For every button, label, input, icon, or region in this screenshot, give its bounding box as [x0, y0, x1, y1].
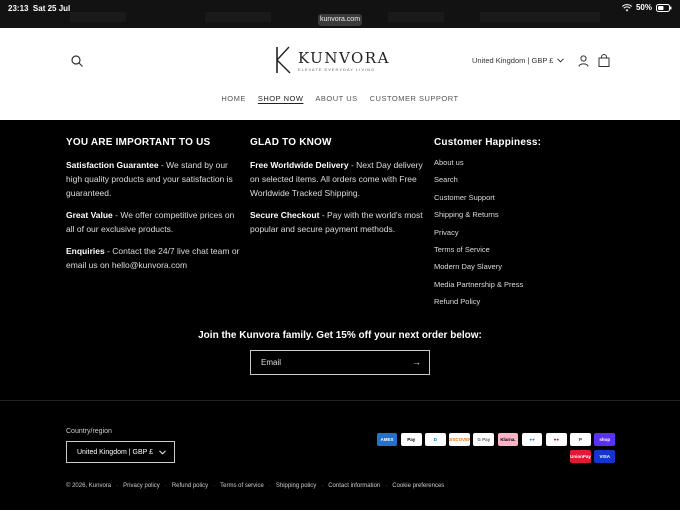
battery-percent: 50% — [635, 3, 652, 12]
separator: · — [268, 483, 271, 489]
discover-icon: DISCOVER — [449, 433, 470, 446]
country-region-value: United Kingdom | GBP £ — [77, 448, 154, 456]
site-header: KUNVORA ELEVATE EVERYDAY LIVING United K… — [0, 28, 680, 120]
footer-link-refund-policy[interactable]: Refund Policy — [434, 297, 614, 314]
maestro-icon: ●● — [521, 433, 543, 446]
nav-about-us[interactable]: ABOUT US — [315, 94, 357, 105]
legal-link-terms-of-service[interactable]: Terms of service — [220, 483, 264, 489]
status-bar: 23:13 Sat 25 Jul kunvora.com 50% — [0, 0, 680, 28]
background-tab-ghost — [70, 12, 126, 22]
battery-icon — [656, 3, 672, 12]
footer-text-heading: Free Worldwide Delivery — [250, 160, 349, 170]
footer-text-block: Secure Checkout - Pay with the world's m… — [250, 208, 430, 236]
legal-link-contact-information[interactable]: Contact information — [328, 483, 380, 489]
visa-icon: VISA — [594, 450, 615, 463]
logo-wordmark: KUNVORA — [298, 49, 390, 67]
nav-shop-now[interactable]: SHOP NOW — [258, 94, 304, 105]
background-tab-ghost — [388, 12, 444, 22]
email-input[interactable] — [251, 351, 411, 374]
separator: · — [213, 483, 216, 489]
site-logo[interactable]: KUNVORA ELEVATE EVERYDAY LIVING — [274, 46, 390, 76]
chevron-down-icon — [557, 58, 565, 63]
footer-link-customer-support[interactable]: Customer Support — [434, 193, 614, 210]
separator: · — [385, 483, 388, 489]
arrow-right-icon[interactable]: → — [412, 357, 421, 367]
main-navigation: HOME SHOP NOW ABOUT US CUSTOMER SUPPORT — [0, 94, 680, 105]
newsletter-title: Join the Kunvora family. Get 15% off you… — [198, 330, 482, 341]
footer-text-heading: Enquiries — [66, 246, 105, 256]
nav-customer-support[interactable]: CUSTOMER SUPPORT — [370, 94, 459, 105]
footer-text-block: Satisfaction Guarantee - We stand by our… — [66, 158, 244, 200]
klarna-icon: Klarna. — [497, 433, 519, 446]
footer-text-heading: Satisfaction Guarantee — [66, 160, 159, 170]
separator: · — [116, 483, 119, 489]
header-region-value: United Kingdom | GBP £ — [472, 56, 554, 65]
nav-home[interactable]: HOME — [221, 94, 246, 105]
apple-pay-icon: Pay — [400, 433, 422, 446]
american-express-icon: AMEX — [376, 433, 398, 446]
logo-k-mark-icon — [276, 46, 291, 74]
logo-tagline: ELEVATE EVERYDAY LIVING — [298, 67, 376, 72]
background-tab-ghost — [480, 12, 600, 22]
footer-column-title: GLAD TO KNOW — [250, 137, 332, 148]
separator: · — [321, 483, 324, 489]
country-region-select[interactable]: United Kingdom | GBP £ — [66, 441, 175, 463]
header-region-select[interactable]: United Kingdom | GBP £ — [472, 56, 565, 65]
footer-text-heading: Secure Checkout — [250, 210, 320, 220]
footer-divider — [0, 400, 680, 401]
shop-pay-icon: shop — [594, 433, 615, 446]
wifi-icon — [621, 3, 632, 11]
legal-link-refund-policy[interactable]: Refund policy — [172, 483, 208, 489]
footer-link-about-us[interactable]: About us — [434, 158, 614, 175]
footer-link-privacy[interactable]: Privacy — [434, 228, 614, 245]
footer-link-modern-slavery[interactable]: Modern Day Slavery — [434, 262, 614, 279]
legal-link-cookie-preferences[interactable]: Cookie preferences — [392, 483, 444, 489]
search-icon[interactable] — [70, 54, 84, 68]
background-tab-ghost — [205, 12, 271, 22]
footer-column-title: Customer Happiness: — [434, 137, 542, 148]
footer-text-heading: Great Value — [66, 210, 113, 220]
legal-link-shipping-policy[interactable]: Shipping policy — [276, 483, 316, 489]
google-pay-icon: G Pay — [473, 433, 495, 446]
status-time: 23:13 — [8, 4, 29, 13]
footer-text-block: Great Value - We offer competitive price… — [66, 208, 244, 236]
legal-link-privacy-policy[interactable]: Privacy policy — [123, 483, 160, 489]
union-pay-icon: UnionPay — [570, 450, 591, 463]
newsletter-form: → — [250, 350, 430, 375]
footer-column-customer-happiness: Customer Happiness: About us Search Cust… — [434, 137, 614, 315]
address-bar[interactable]: kunvora.com — [318, 14, 362, 26]
footer-column-title: YOU ARE IMPORTANT TO US — [66, 137, 211, 148]
footer-column-glad-to-know: GLAD TO KNOW Free Worldwide Delivery - N… — [250, 137, 430, 244]
legal-links: © 2026, Kunvora · Privacy policy · Refund po… — [66, 483, 444, 489]
status-date: Sat 25 Jul — [32, 4, 71, 13]
country-region-label: Country/region — [66, 428, 112, 435]
paypal-icon: P — [570, 433, 591, 446]
footer-link-terms[interactable]: Terms of Service — [434, 245, 614, 262]
footer-link-media-press[interactable]: Media Partnership & Press — [434, 280, 614, 297]
footer-text-block: Enquiries - Contact the 24/7 live chat t… — [66, 244, 244, 272]
separator: · — [164, 483, 167, 489]
footer-column-important: YOU ARE IMPORTANT TO US Satisfaction Gua… — [66, 137, 244, 280]
payment-methods: AMEX Pay D DISCOVER G Pay Klarna. ●● ●● Pshop Un… — [355, 433, 615, 463]
footer-link-shipping-returns[interactable]: Shipping & Returns — [434, 210, 614, 227]
footer-text-block: Free Worldwide Delivery - Next Day deliv… — [250, 158, 430, 200]
status-indicators: 50% — [621, 3, 672, 12]
cart-icon[interactable] — [598, 54, 610, 67]
chevron-down-icon — [159, 449, 166, 455]
mastercard-icon: ●● — [546, 433, 567, 446]
status-time-date: 23:13 Sat 25 Jul — [8, 4, 70, 13]
footer-link-list: About us Search Customer Support Shippin… — [434, 158, 614, 315]
diners-club-icon: D — [425, 433, 446, 446]
account-icon[interactable] — [578, 55, 589, 67]
copyright: © 2026, Kunvora — [66, 483, 112, 489]
footer-link-search[interactable]: Search — [434, 175, 614, 192]
